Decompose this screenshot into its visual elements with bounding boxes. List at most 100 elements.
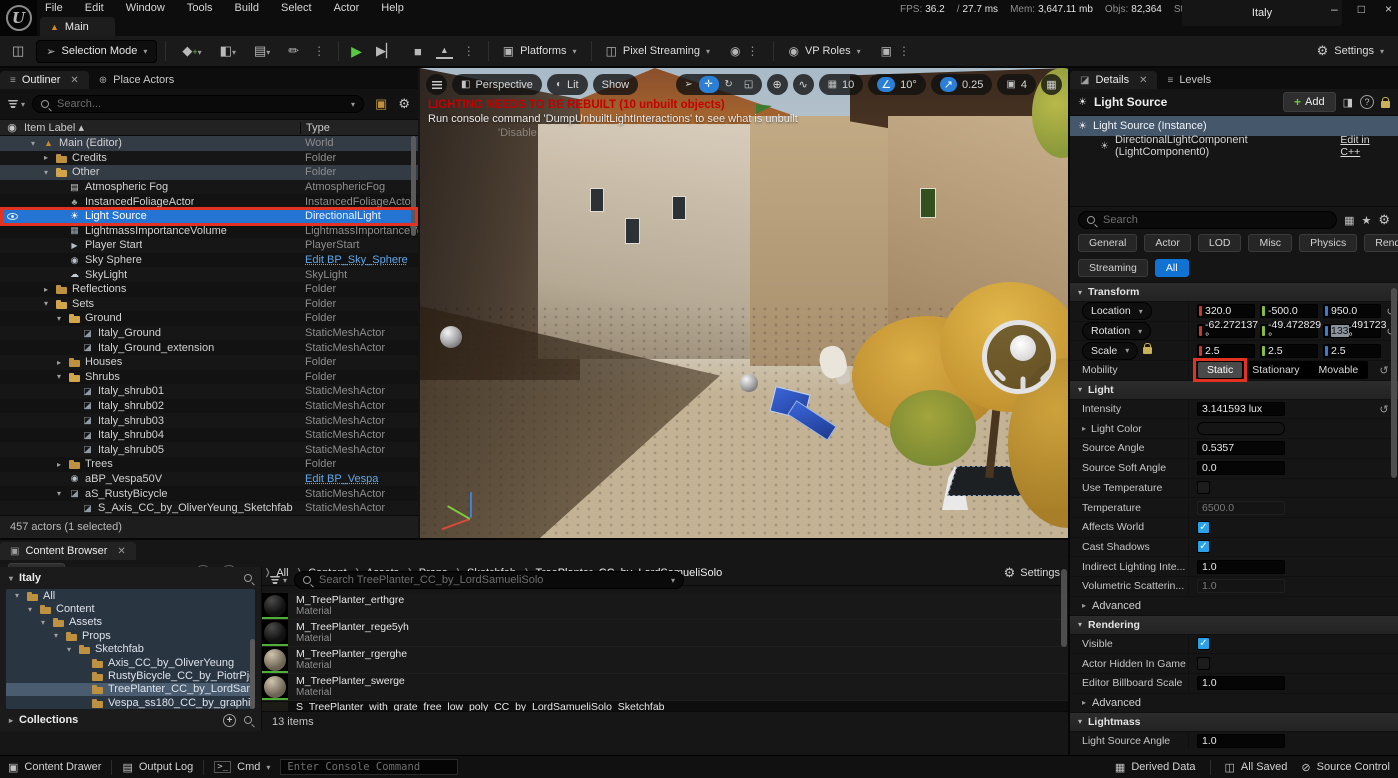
outliner-row[interactable]: SkyLight SkyLight: [0, 267, 418, 282]
cb-search-input[interactable]: [317, 573, 665, 587]
light-source-angle-input[interactable]: 1.0: [1197, 734, 1285, 748]
expander-arrow-icon[interactable]: ▸: [54, 460, 64, 469]
eye-column-icon[interactable]: ◉: [0, 121, 24, 134]
settings-dropdown[interactable]: ⚙Settings▾: [1311, 39, 1390, 63]
all-saved-button[interactable]: ◫All Saved: [1225, 761, 1288, 774]
new-folder-icon[interactable]: ▣: [371, 94, 391, 114]
filter-chip[interactable]: Streaming: [1078, 259, 1148, 277]
scale-z-input[interactable]: 2.5: [1323, 344, 1381, 358]
cb-folder-row[interactable]: ▾ Props: [6, 629, 255, 642]
menu-item[interactable]: Select: [281, 2, 312, 14]
camera-speed-control[interactable]: ▣4: [997, 74, 1036, 95]
source-soft-angle-input[interactable]: 0.0: [1197, 461, 1285, 475]
cb-folder-row[interactable]: ▾ All: [6, 589, 255, 602]
lit-dropdown[interactable]: ◐Lit: [547, 74, 588, 95]
menu-item[interactable]: Actor: [334, 2, 360, 14]
cb-folder-row[interactable]: TreePlanter_CC_by_LordSamueliSolo: [6, 683, 255, 696]
add-collection-icon[interactable]: +: [223, 714, 236, 727]
selection-mode-dropdown[interactable]: ➢ Selection Mode▾: [36, 40, 157, 63]
filter-chip[interactable]: General: [1078, 234, 1137, 252]
outliner-row[interactable]: ▾ Ground Folder: [0, 311, 418, 326]
outliner-row[interactable]: ▾ Sets Folder: [0, 297, 418, 312]
favorites-star-icon[interactable]: ★: [1361, 214, 1371, 227]
outliner-row[interactable]: Italy_Ground StaticMeshActor: [0, 326, 418, 341]
outliner-row[interactable]: ▾ Other Folder: [0, 165, 418, 180]
cb-folder-row[interactable]: ▾ Sketchfab: [6, 643, 255, 656]
outliner-row[interactable]: S_Axis_CC_by_OliverYeung_Sketchfab Stati…: [0, 501, 418, 516]
cinematics-icon[interactable]: ▤▾: [250, 41, 274, 61]
expander-arrow-icon[interactable]: ▸: [54, 358, 64, 367]
rendering-advanced-expander[interactable]: ▸Advanced: [1070, 693, 1398, 712]
lock-icon[interactable]: [1381, 101, 1390, 108]
eject-button[interactable]: ▲: [436, 44, 453, 59]
expander-arrow-icon[interactable]: ▸: [41, 285, 51, 294]
section-transform[interactable]: ▾Transform: [1070, 282, 1398, 301]
light-advanced-expander[interactable]: ▸Advanced: [1070, 596, 1398, 615]
rotation-z-input[interactable]: 133.491723 °: [1323, 324, 1381, 338]
expander-arrow-icon[interactable]: ▾: [28, 139, 38, 148]
scale-tool-icon[interactable]: ◱: [739, 76, 759, 93]
outliner-row[interactable]: Atmospheric Fog AtmosphericFog: [0, 180, 418, 195]
details-settings-gear-icon[interactable]: ⚙: [1378, 212, 1390, 228]
edit-in-cpp-link[interactable]: Edit in C++: [1340, 134, 1390, 158]
scale-lock-icon[interactable]: [1143, 347, 1152, 354]
filter-chip[interactable]: Misc: [1248, 234, 1292, 252]
section-lightmass[interactable]: ▾Lightmass: [1070, 712, 1398, 731]
menu-item[interactable]: Build: [235, 2, 259, 14]
outliner-search-input[interactable]: [55, 97, 345, 111]
expander-arrow-icon[interactable]: ▾: [41, 299, 51, 308]
filter-funnel-icon[interactable]: ▾: [8, 100, 25, 109]
outliner-row[interactable]: Sky Sphere Edit BP_Sky_Sphere: [0, 253, 418, 268]
filter-chip[interactable]: Physics: [1299, 234, 1357, 252]
expander-arrow-icon[interactable]: ▸: [9, 716, 13, 725]
stop-button[interactable]: ■: [410, 42, 426, 61]
outliner-row[interactable]: aBP_Vespa50V Edit BP_Vespa: [0, 472, 418, 487]
affects-world-checkbox[interactable]: ✓: [1197, 521, 1210, 534]
outliner-row[interactable]: Italy_shrub05 StaticMeshActor: [0, 442, 418, 457]
mobility-movable-button[interactable]: Movable: [1310, 362, 1368, 378]
media-capture-icon[interactable]: ▣⋮: [875, 40, 917, 62]
expander-arrow-icon[interactable]: ▸: [41, 153, 51, 162]
expander-arrow-icon[interactable]: ▾: [25, 605, 35, 614]
add-component-button[interactable]: +Add: [1283, 92, 1336, 112]
close-icon[interactable]: ✕: [70, 75, 78, 86]
outliner-row[interactable]: ▾ aS_RustyBicycle StaticMeshActor: [0, 486, 418, 501]
section-rendering[interactable]: ▾Rendering: [1070, 615, 1398, 634]
scale-x-input[interactable]: 2.5: [1197, 344, 1255, 358]
cb-tree-scrollbar[interactable]: [250, 639, 255, 709]
indirect-lighting-input[interactable]: 1.0: [1197, 560, 1285, 574]
platforms-dropdown[interactable]: ▣Platforms▾: [497, 40, 583, 62]
console-command-input[interactable]: [280, 759, 458, 775]
details-scrollbar[interactable]: [1391, 288, 1397, 478]
filter-chip[interactable]: LOD: [1198, 234, 1242, 252]
scale-y-input[interactable]: 2.5: [1260, 344, 1318, 358]
menu-item[interactable]: Tools: [187, 2, 213, 14]
select-tool-icon[interactable]: ➢: [679, 76, 699, 93]
rotation-x-input[interactable]: -62.272137 °: [1197, 324, 1255, 338]
visibility-eye-icon[interactable]: [0, 213, 24, 220]
help-icon[interactable]: ?: [1360, 95, 1374, 109]
light-color-swatch[interactable]: [1197, 422, 1285, 435]
outliner-row[interactable]: ▸ Credits Folder: [0, 151, 418, 166]
menu-item[interactable]: File: [45, 2, 63, 14]
cb-folder-row[interactable]: Vespa_ss180_CC_by_graphix: [6, 696, 255, 709]
cb-folder-row[interactable]: RustyBicycle_CC_by_PiotrPjotDyderski: [6, 669, 255, 682]
cb-search-box[interactable]: ▾: [294, 571, 684, 589]
tab-content-browser[interactable]: ▣ Content Browser✕: [0, 542, 136, 560]
world-local-toggle-icon[interactable]: ⊕: [767, 74, 788, 95]
filter-chip[interactable]: Rendering: [1364, 234, 1398, 252]
viewport[interactable]: ◧Perspective ◐Lit Show ➢ ✛ ↻ ◱ ⊕ ∿ ▦10 ∠…: [420, 68, 1068, 538]
asset-row[interactable]: M_TreePlanter_erthgreMaterial: [262, 593, 1068, 620]
derived-data-button[interactable]: ▦Derived Data: [1115, 761, 1196, 774]
close-icon[interactable]: ✕: [117, 546, 125, 557]
outliner-row[interactable]: ▸ Houses Folder: [0, 355, 418, 370]
asset-row[interactable]: S_TreePlanter_with_grate_free_low_poly_C…: [262, 701, 1068, 711]
expander-arrow-icon[interactable]: ▾: [12, 591, 22, 600]
component-child-row[interactable]: ☀ DirectionalLightComponent (LightCompon…: [1070, 136, 1398, 156]
location-z-input[interactable]: 950.0: [1323, 304, 1381, 318]
blueprint-edit-icon[interactable]: ◨: [1343, 96, 1353, 109]
details-search-input[interactable]: [1101, 213, 1328, 227]
cmd-dropdown[interactable]: >_Cmd▾: [214, 761, 270, 773]
outliner-row[interactable]: ▸ Reflections Folder: [0, 282, 418, 297]
close-icon[interactable]: ✕: [1139, 75, 1147, 86]
